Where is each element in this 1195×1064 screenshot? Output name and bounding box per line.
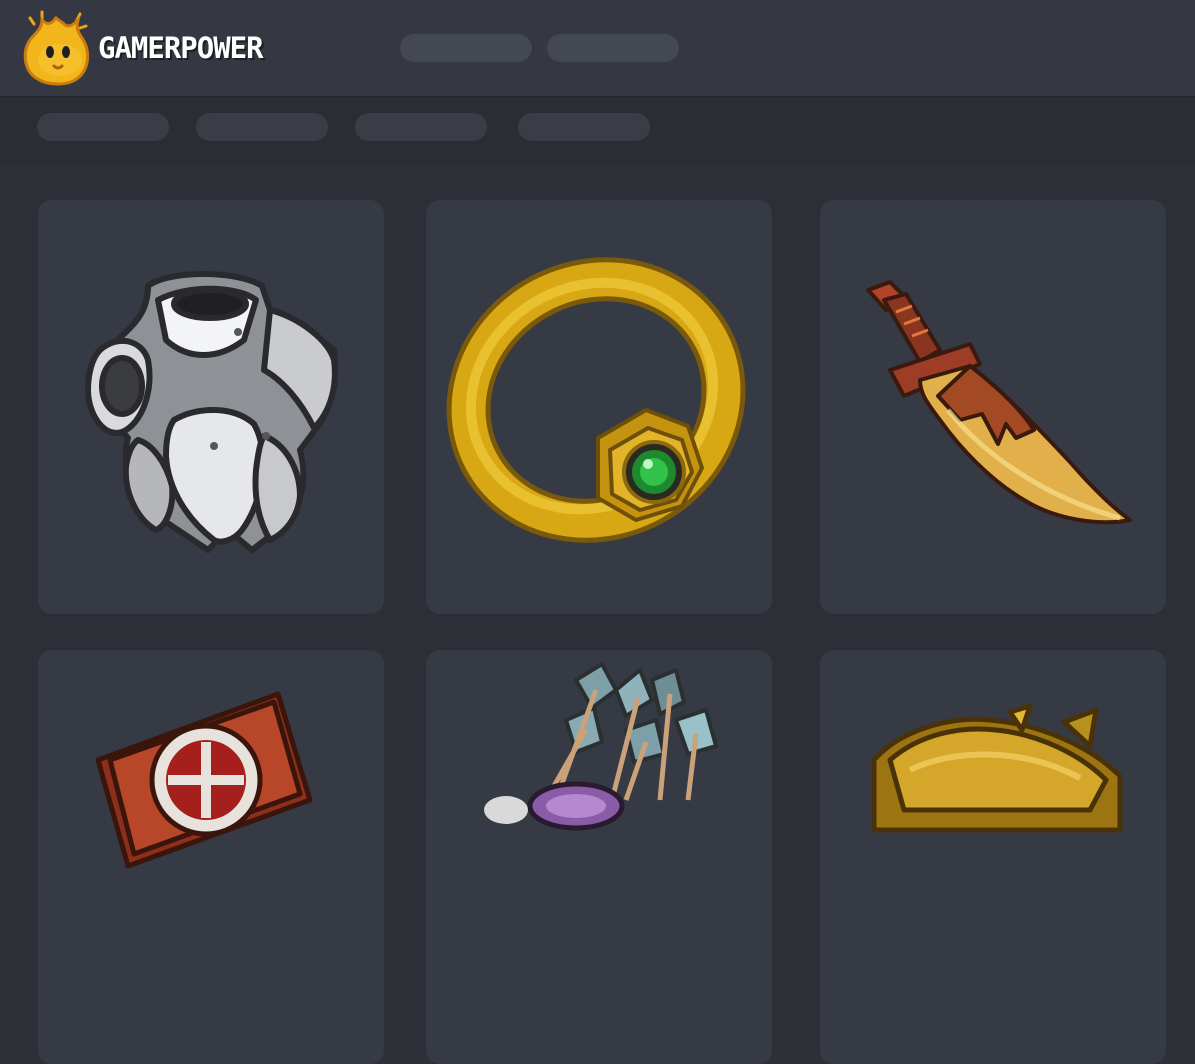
curved-dagger-icon: [866, 280, 1132, 525]
item-card[interactable]: [38, 200, 384, 614]
flame-mascot-icon: [23, 10, 89, 86]
item-card[interactable]: [820, 200, 1166, 614]
item-grid: [0, 163, 1195, 1064]
nav-pill-1[interactable]: [400, 34, 532, 62]
item-card[interactable]: [38, 650, 384, 1064]
emerald-ring-icon: [446, 257, 746, 543]
rune-tome-icon: [95, 691, 313, 869]
brand-logo[interactable]: GAMERPOWER: [20, 10, 264, 86]
item-card[interactable]: [426, 200, 772, 614]
arrow-quiver-icon: [484, 662, 718, 831]
chest-armor-icon: [85, 271, 339, 553]
filter-pill-2[interactable]: [196, 113, 328, 141]
top-navigation-bar: GAMERPOWER: [0, 0, 1195, 97]
item-card[interactable]: [820, 650, 1166, 1064]
filter-pill-3[interactable]: [355, 113, 487, 141]
brand-name: GAMERPOWER: [98, 31, 264, 65]
item-card[interactable]: [426, 650, 772, 1064]
nav-pill-2[interactable]: [547, 34, 679, 62]
filter-pill-4[interactable]: [518, 113, 650, 141]
golden-helmet-icon: [871, 703, 1123, 833]
filter-bar: [0, 97, 1195, 163]
filter-pill-1[interactable]: [37, 113, 169, 141]
